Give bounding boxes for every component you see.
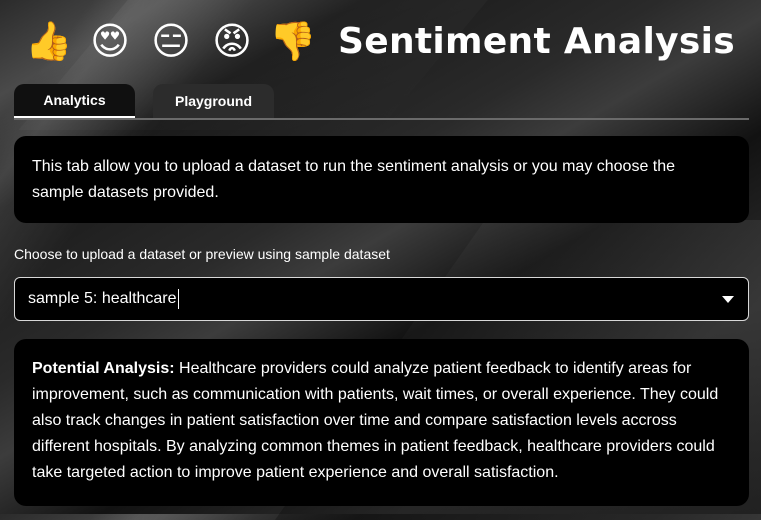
dataset-select-label: Choose to upload a dataset or preview us… bbox=[14, 246, 390, 262]
chevron-down-icon[interactable] bbox=[722, 295, 734, 303]
analysis-card: Potential Analysis: Healthcare providers… bbox=[14, 339, 749, 506]
analysis-text: Healthcare providers could analyze patie… bbox=[32, 360, 719, 481]
analysis-heading: Potential Analysis: bbox=[32, 360, 175, 377]
angry-face-icon: 😡 bbox=[212, 19, 252, 63]
tab-playground[interactable]: Playground bbox=[153, 84, 274, 118]
page-header: 👍 😍 😑 😡 👎 Sentiment Analysis bbox=[24, 12, 735, 70]
tab-analytics[interactable]: Analytics bbox=[14, 84, 135, 118]
thumbs-down-icon: 👎 bbox=[269, 19, 317, 63]
heart-eyes-icon: 😍 bbox=[90, 19, 130, 63]
dataset-select-value-wrap: sample 5: healthcare bbox=[28, 289, 722, 309]
dataset-select-value: sample 5: healthcare bbox=[28, 290, 177, 307]
info-card: This tab allow you to upload a dataset t… bbox=[14, 136, 749, 223]
text-cursor bbox=[177, 289, 179, 309]
tab-bar: Analytics Playground bbox=[14, 84, 749, 120]
emoji-row: 👍 😍 😑 😡 👎 bbox=[24, 16, 318, 66]
expressionless-face-icon: 😑 bbox=[151, 19, 191, 63]
page-title: Sentiment Analysis bbox=[338, 20, 736, 62]
info-text: This tab allow you to upload a dataset t… bbox=[32, 158, 676, 201]
thumbs-up-icon: 👍 bbox=[25, 19, 73, 63]
dataset-select[interactable]: sample 5: healthcare bbox=[14, 277, 749, 321]
